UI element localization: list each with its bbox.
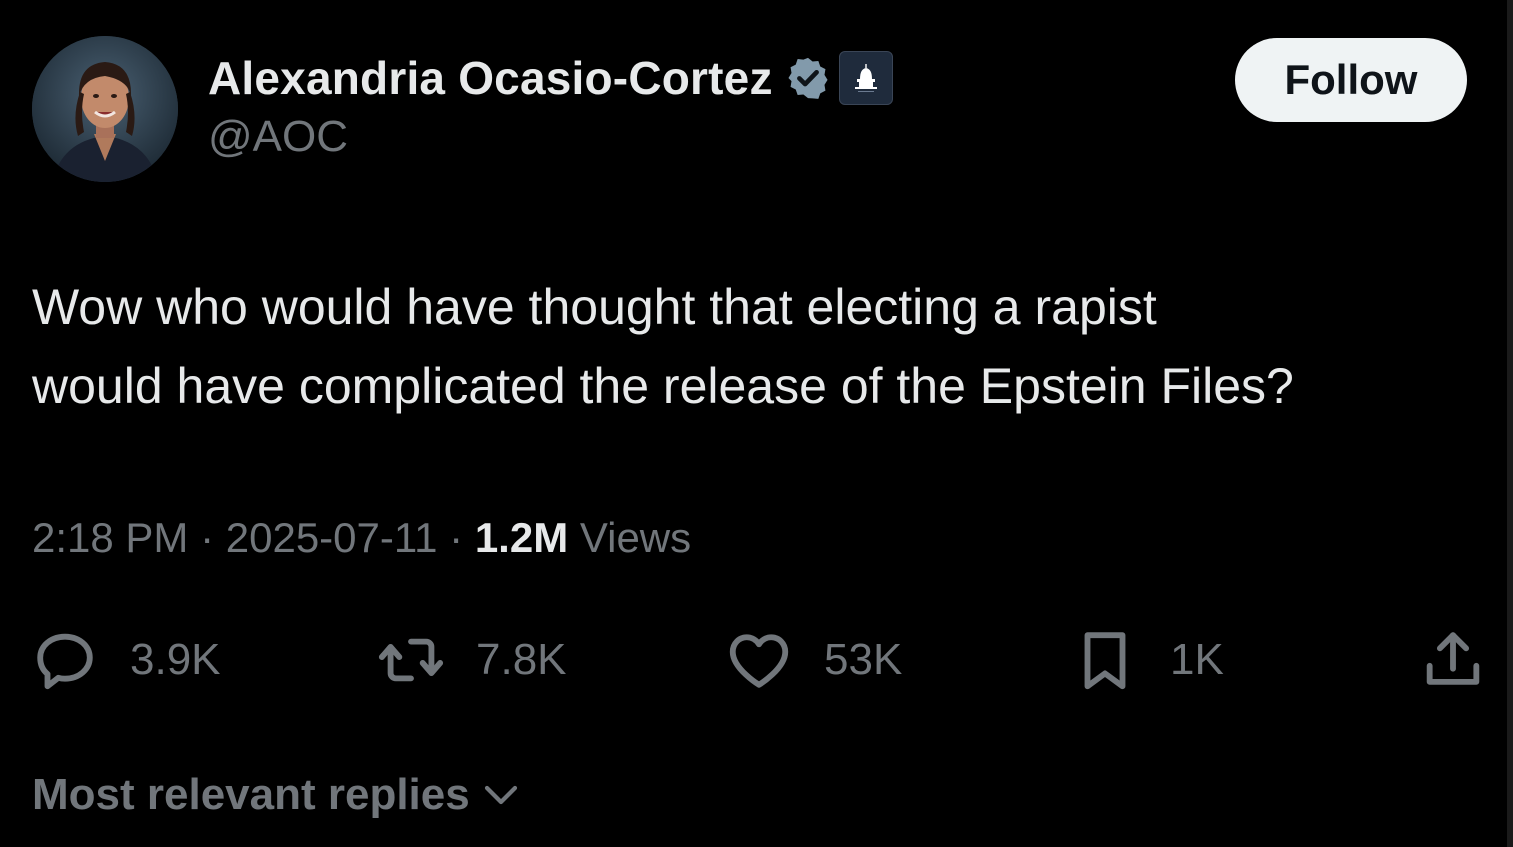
author-handle[interactable]: @AOC — [208, 112, 348, 162]
follow-button[interactable]: Follow — [1235, 38, 1467, 122]
author-name-row: Alexandria Ocasio-Cortez — [208, 50, 893, 106]
repost-icon — [378, 638, 444, 682]
like-button[interactable]: 53K — [724, 620, 902, 700]
author-display-name[interactable]: Alexandria Ocasio-Cortez — [208, 51, 773, 105]
reply-count: 3.9K — [130, 635, 221, 684]
reply-button[interactable]: 3.9K — [30, 620, 221, 700]
meta-separator: · — [437, 514, 475, 561]
verified-badge-icon[interactable] — [785, 55, 831, 101]
tweet-date[interactable]: 2025-07-11 — [226, 514, 438, 561]
bookmark-icon — [1084, 632, 1126, 690]
affiliation-badge[interactable] — [838, 51, 893, 105]
chevron-down-icon — [484, 785, 517, 805]
tweet-time[interactable]: 2:18 PM — [32, 514, 188, 561]
share-icon — [1426, 632, 1480, 685]
action-bar: 3.9K 7.8K 53K 1K — [0, 620, 1513, 700]
reply-icon — [37, 633, 93, 690]
capitol-dome-icon — [854, 64, 877, 92]
heart-icon — [729, 634, 789, 688]
share-button[interactable] — [1418, 620, 1488, 700]
replies-sort-dropdown[interactable]: Most relevant replies — [32, 770, 522, 820]
bookmark-count: 1K — [1170, 635, 1224, 684]
tweet-text: Wow who would have thought that electing… — [32, 268, 1492, 426]
scrollbar-track[interactable] — [1507, 0, 1513, 847]
tweet-meta: 2:18 PM · 2025-07-11 · 1.2M Views — [32, 514, 691, 562]
like-count: 53K — [824, 635, 903, 684]
bookmark-button[interactable]: 1K — [1070, 620, 1224, 700]
avatar[interactable] — [32, 36, 178, 182]
meta-separator: · — [188, 514, 226, 561]
replies-sort-label: Most relevant replies — [32, 770, 470, 819]
views-count[interactable]: 1.2M — [475, 514, 568, 561]
tweet-text-line: would have complicated the release of th… — [32, 358, 1294, 414]
views-label: Views — [568, 514, 692, 561]
repost-count: 7.8K — [476, 635, 567, 684]
tweet-text-line: Wow who would have thought that electing… — [32, 279, 1157, 335]
repost-button[interactable]: 7.8K — [376, 620, 567, 700]
